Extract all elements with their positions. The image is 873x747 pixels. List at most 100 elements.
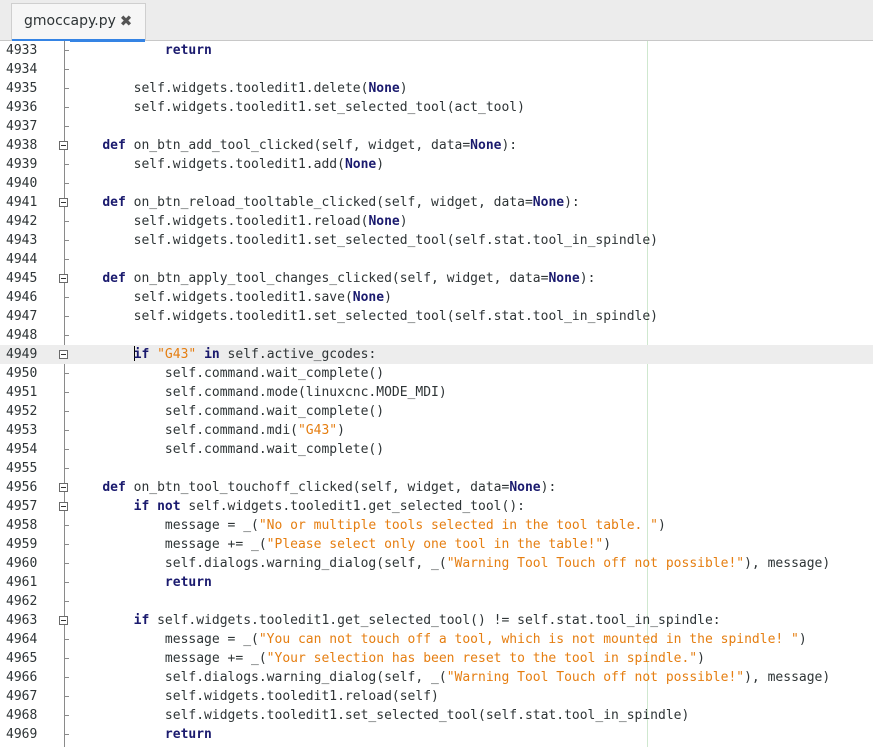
fold-toggle-icon[interactable] bbox=[59, 616, 68, 625]
tab-gmoccapy-py[interactable]: gmoccapy.py ✖ bbox=[11, 3, 146, 42]
code-line[interactable]: 4953 self.command.mdi("G43") bbox=[0, 421, 873, 440]
line-number: 4940 bbox=[6, 176, 38, 191]
code-token: ), message) bbox=[744, 556, 831, 571]
line-number: 4955 bbox=[6, 461, 38, 476]
string-token: "Your selection has been reset to the to… bbox=[266, 651, 698, 666]
line-number: 4938 bbox=[6, 138, 38, 153]
code-token: self.widgets.tooledit1.save( bbox=[133, 290, 353, 305]
code-line[interactable]: 4939 self.widgets.tooledit1.add(None) bbox=[0, 155, 873, 174]
code-line[interactable]: 4933 return bbox=[0, 41, 873, 60]
code-text: self.widgets.tooledit1.reload(None) bbox=[71, 212, 408, 231]
code-line[interactable]: 4966 self.dialogs.warning_dialog(self, _… bbox=[0, 668, 873, 687]
code-line[interactable]: 4935 self.widgets.tooledit1.delete(None) bbox=[0, 79, 873, 98]
code-line[interactable]: 4938 def on_btn_add_tool_clicked(self, w… bbox=[0, 136, 873, 155]
code-text: if not self.widgets.tooledit1.get_select… bbox=[71, 497, 525, 516]
line-number: 4941 bbox=[6, 195, 38, 210]
code-token: self.widgets.tooledit1.reload( bbox=[133, 214, 369, 229]
code-text: self.dialogs.warning_dialog(self, _("War… bbox=[71, 554, 830, 573]
code-token: self.widgets.tooledit1.delete( bbox=[133, 81, 369, 96]
code-line[interactable]: 4951 self.command.mode(linuxcnc.MODE_MDI… bbox=[0, 383, 873, 402]
fold-toggle-icon[interactable] bbox=[59, 350, 68, 359]
fold-toggle-icon[interactable] bbox=[59, 141, 68, 150]
line-number: 4944 bbox=[6, 252, 38, 267]
code-line[interactable]: 4941 def on_btn_reload_tooltable_clicked… bbox=[0, 193, 873, 212]
code-line[interactable]: 4969 return bbox=[0, 725, 873, 744]
code-line[interactable]: 4958 message = _("No or multiple tools s… bbox=[0, 516, 873, 535]
code-token: ) bbox=[798, 632, 807, 647]
code-line[interactable]: 4967 self.widgets.tooledit1.reload(self) bbox=[0, 687, 873, 706]
code-text: return bbox=[71, 41, 212, 60]
code-editor[interactable]: 4933 return 4934 4935 self.widgets.tooledi… bbox=[0, 41, 873, 744]
fold-guide-tick bbox=[64, 164, 69, 165]
keyword-token: def bbox=[102, 138, 126, 153]
code-line[interactable]: 4946 self.widgets.tooledit1.save(None) bbox=[0, 288, 873, 307]
code-token: self.widgets.tooledit1.add( bbox=[133, 157, 345, 172]
code-line[interactable]: 4943 self.widgets.tooledit1.set_selected… bbox=[0, 231, 873, 250]
code-line[interactable]: 4936 self.widgets.tooledit1.set_selected… bbox=[0, 98, 873, 117]
keyword-token: def bbox=[102, 195, 126, 210]
fold-guide-tick bbox=[64, 240, 69, 241]
fold-toggle-icon[interactable] bbox=[59, 274, 68, 283]
code-text: self.command.wait_complete() bbox=[71, 402, 384, 421]
code-line[interactable]: 4954 self.command.wait_complete() bbox=[0, 440, 873, 459]
code-line[interactable]: 4959 message += _("Please select only on… bbox=[0, 535, 873, 554]
code-line[interactable]: 4965 message += _("Your selection has be… bbox=[0, 649, 873, 668]
line-number: 4959 bbox=[6, 537, 38, 552]
line-number: 4935 bbox=[6, 81, 38, 96]
code-line[interactable]: 4940 bbox=[0, 174, 873, 193]
fold-guide-tick bbox=[64, 696, 69, 697]
code-line[interactable]: 4968 self.widgets.tooledit1.set_selected… bbox=[0, 706, 873, 725]
code-text: message += _("Your selection has been re… bbox=[71, 649, 705, 668]
code-line[interactable]: 4963 if self.widgets.tooledit1.get_selec… bbox=[0, 611, 873, 630]
code-line[interactable]: 4942 self.widgets.tooledit1.reload(None) bbox=[0, 212, 873, 231]
string-token: "Please select only one tool in the tabl… bbox=[266, 537, 604, 552]
code-line[interactable]: 4937 bbox=[0, 117, 873, 136]
keyword-token: None bbox=[368, 81, 400, 96]
fold-guide-tick bbox=[64, 430, 69, 431]
code-text: self.widgets.tooledit1.set_selected_tool… bbox=[71, 706, 689, 725]
line-number: 4951 bbox=[6, 385, 38, 400]
current-code-line[interactable]: 4949 if "G43" in self.active_gcodes: bbox=[0, 345, 873, 364]
fold-guide-tick bbox=[64, 183, 69, 184]
fold-guide-tick bbox=[64, 88, 69, 89]
keyword-token: return bbox=[164, 43, 212, 58]
code-line[interactable]: 4956 def on_btn_tool_touchoff_clicked(se… bbox=[0, 478, 873, 497]
code-token: self.widgets.tooledit1.reload(self) bbox=[164, 689, 439, 704]
line-number: 4945 bbox=[6, 271, 38, 286]
fold-toggle-icon[interactable] bbox=[59, 502, 68, 511]
code-line[interactable]: 4945 def on_btn_apply_tool_changes_click… bbox=[0, 269, 873, 288]
fold-guide-tick bbox=[64, 221, 69, 222]
code-token: self.active_gcodes: bbox=[219, 347, 377, 362]
line-number: 4967 bbox=[6, 689, 38, 704]
code-line[interactable]: 4950 self.command.wait_complete() bbox=[0, 364, 873, 383]
code-token: ): bbox=[564, 195, 580, 210]
keyword-token: not bbox=[157, 499, 181, 514]
line-number: 4965 bbox=[6, 651, 38, 666]
code-token: self.widgets.tooledit1.set_selected_tool… bbox=[133, 100, 525, 115]
code-line[interactable]: 4944 bbox=[0, 250, 873, 269]
fold-guide-tick bbox=[64, 107, 69, 108]
line-number: 4962 bbox=[6, 594, 38, 609]
code-line[interactable]: 4960 self.dialogs.warning_dialog(self, _… bbox=[0, 554, 873, 573]
code-line[interactable]: 4934 bbox=[0, 60, 873, 79]
code-token: on_btn_tool_touchoff_clicked(self, widge… bbox=[125, 480, 510, 495]
keyword-token: None bbox=[470, 138, 502, 153]
fold-guide-tick bbox=[64, 373, 69, 374]
code-line[interactable]: 4948 bbox=[0, 326, 873, 345]
code-line[interactable]: 4964 message = _("You can not touch off … bbox=[0, 630, 873, 649]
code-line[interactable]: 4962 bbox=[0, 592, 873, 611]
fold-toggle-icon[interactable] bbox=[59, 483, 68, 492]
code-token: self.widgets.tooledit1.set_selected_tool… bbox=[133, 309, 659, 324]
code-line[interactable]: 4947 self.widgets.tooledit1.set_selected… bbox=[0, 307, 873, 326]
keyword-token: None bbox=[548, 271, 580, 286]
code-token: self.widgets.tooledit1.set_selected_tool… bbox=[133, 233, 659, 248]
fold-toggle-icon[interactable] bbox=[59, 198, 68, 207]
code-line[interactable]: 4955 bbox=[0, 459, 873, 478]
code-line[interactable]: 4957 if not self.widgets.tooledit1.get_s… bbox=[0, 497, 873, 516]
close-icon[interactable]: ✖ bbox=[117, 12, 135, 30]
code-line[interactable]: 4961 return bbox=[0, 573, 873, 592]
line-number: 4966 bbox=[6, 670, 38, 685]
code-line[interactable]: 4952 self.command.wait_complete() bbox=[0, 402, 873, 421]
code-token: self.widgets.tooledit1.set_selected_tool… bbox=[164, 708, 690, 723]
code-text: self.widgets.tooledit1.reload(self) bbox=[71, 687, 439, 706]
